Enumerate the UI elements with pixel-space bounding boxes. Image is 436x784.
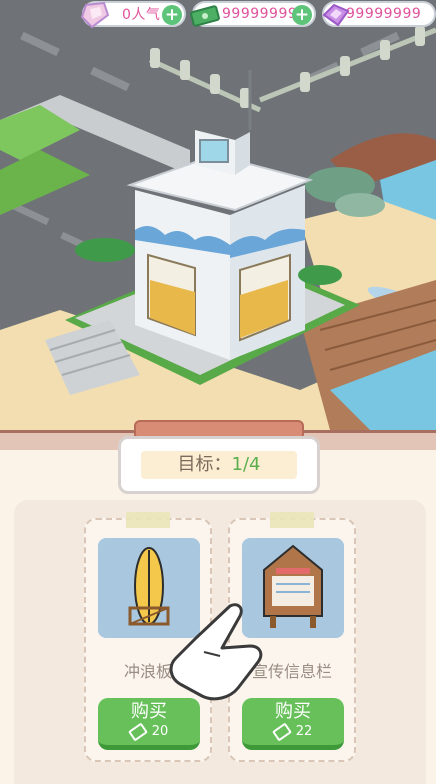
gem-counter: 99999999 xyxy=(322,1,436,27)
item-name: 宣传信息栏 xyxy=(251,662,332,681)
item-list-area xyxy=(14,500,426,784)
item-name: 冲浪板 xyxy=(123,662,172,681)
buy-label: 购买 xyxy=(275,701,311,722)
cash-counter: 99999999 + xyxy=(190,1,316,27)
popularity-counter: 0人气 + xyxy=(80,1,186,29)
item-card-bulletin: 宣传信息栏 购买 22 xyxy=(228,512,356,762)
buy-label: 购买 xyxy=(131,701,167,722)
cash-icon xyxy=(190,5,220,27)
goal-box: 目标：1/4 xyxy=(118,436,320,494)
price-tag: 22 xyxy=(242,721,344,742)
surfboard-icon xyxy=(128,547,170,626)
add-popularity-button[interactable]: + xyxy=(162,5,182,25)
item-image xyxy=(98,538,200,638)
ticket-icon xyxy=(271,721,292,742)
goal-text: 目标： xyxy=(177,454,232,475)
goal-progress: 1/4 xyxy=(231,454,261,475)
ticket-icon xyxy=(127,721,148,742)
price-value: 22 xyxy=(295,724,313,739)
card-tape xyxy=(126,512,170,528)
buy-button[interactable]: 购买 22 xyxy=(242,698,344,750)
price-tag: 20 xyxy=(98,721,200,742)
popularity-gem-icon xyxy=(80,1,110,29)
goal-label: 目标：1/4 xyxy=(141,451,297,479)
top-bar: 0人气 + 99999999 + 99999999 xyxy=(0,0,436,30)
item-image xyxy=(242,538,344,638)
add-cash-button[interactable]: + xyxy=(292,5,312,25)
game-scene[interactable] xyxy=(0,0,436,430)
price-value: 20 xyxy=(151,724,169,739)
item-card-surfboard: 冲浪板 购买 20 xyxy=(84,512,212,762)
bulletin-board-icon xyxy=(263,544,323,628)
gem-icon xyxy=(322,3,350,27)
popularity-value: 0人气 xyxy=(122,7,161,23)
cash-value: 99999999 xyxy=(222,6,298,22)
buy-button[interactable]: 购买 20 xyxy=(98,698,200,750)
card-tape xyxy=(270,512,314,528)
gem-value: 99999999 xyxy=(346,6,422,22)
